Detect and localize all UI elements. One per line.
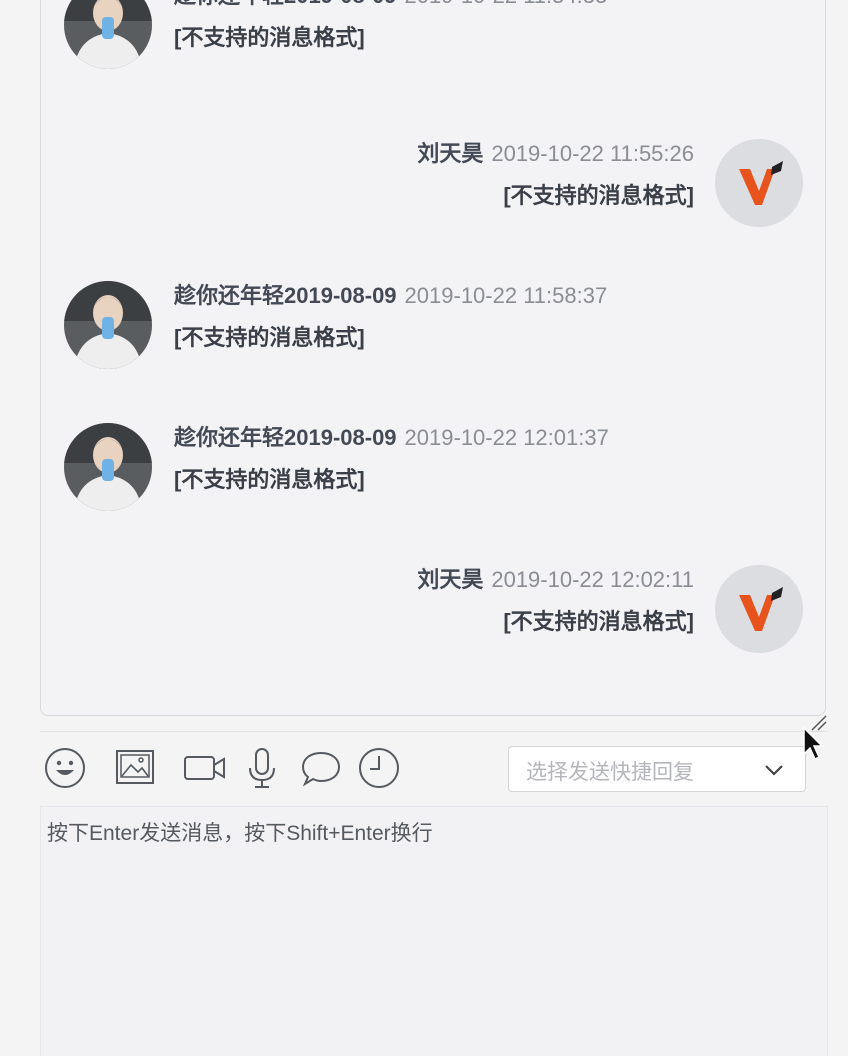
- message-input-placeholder: 按下Enter发送消息，按下Shift+Enter换行: [47, 822, 433, 845]
- message-time: 2019-10-22 11:58:37: [404, 283, 608, 308]
- message-content: [不支持的消息格式]: [503, 609, 694, 634]
- brand-logo-icon: [715, 139, 803, 227]
- message-content: [不支持的消息格式]: [174, 467, 365, 492]
- composer-toolbar: 选择发送快捷回复: [40, 731, 828, 806]
- message-meta: 趁你还年轻2019-08-09 2019-10-22 11:54:33: [174, 0, 607, 11]
- sender-name: 趁你还年轻2019-08-09: [174, 425, 397, 450]
- message-item: 刘天昊 2019-10-22 12:02:11 [不支持的消息格式]: [41, 565, 825, 665]
- message-meta: 趁你还年轻2019-08-09 2019-10-22 12:01:37: [174, 423, 609, 453]
- message-input[interactable]: 按下Enter发送消息，按下Shift+Enter换行: [40, 806, 828, 1056]
- message-content: [不支持的消息格式]: [174, 25, 365, 50]
- image-button[interactable]: [113, 746, 157, 790]
- message-list[interactable]: 趁你还年轻2019-08-09 2019-10-22 11:54:33 [不支持的…: [40, 0, 826, 716]
- voice-button[interactable]: [240, 746, 284, 790]
- user-photo-icon: [64, 423, 152, 511]
- message-time: 2019-10-22 12:02:11: [491, 567, 694, 592]
- sender-name: 刘天昊: [417, 567, 484, 592]
- user-avatar[interactable]: [715, 565, 803, 653]
- user-avatar[interactable]: [64, 281, 152, 369]
- clock-icon: [359, 748, 399, 788]
- video-button[interactable]: [183, 746, 227, 790]
- emoji-button[interactable]: [43, 746, 87, 790]
- sender-name: 趁你还年轻2019-08-09: [174, 283, 397, 308]
- message-meta: 趁你还年轻2019-08-09 2019-10-22 11:58:37: [174, 281, 607, 311]
- user-avatar[interactable]: [715, 139, 803, 227]
- quick-reply-placeholder: 选择发送快捷回复: [526, 761, 694, 784]
- sender-name: 刘天昊: [417, 141, 484, 166]
- user-avatar[interactable]: [64, 423, 152, 511]
- message-meta: 刘天昊 2019-10-22 11:55:26: [417, 139, 694, 169]
- message-item: 趁你还年轻2019-08-09 2019-10-22 11:58:37 [不支持的…: [41, 281, 825, 381]
- history-button[interactable]: [357, 746, 401, 790]
- message-time: 2019-10-22 12:01:37: [404, 425, 609, 450]
- chat-bubble-icon: [301, 751, 341, 787]
- video-icon: [184, 756, 225, 780]
- message-time: 2019-10-22 11:55:26: [491, 141, 694, 166]
- mouse-cursor-icon: [803, 726, 824, 761]
- user-avatar[interactable]: [64, 0, 152, 69]
- message-item: 趁你还年轻2019-08-09 2019-10-22 11:54:33 [不支持的…: [41, 0, 825, 81]
- chevron-down-icon: [765, 765, 783, 776]
- brand-logo-icon: [715, 565, 803, 653]
- emoji-icon: [45, 748, 85, 788]
- microphone-icon: [249, 748, 275, 788]
- image-icon: [116, 750, 154, 784]
- message-content: [不支持的消息格式]: [174, 325, 365, 350]
- quick-reply-select[interactable]: 选择发送快捷回复: [508, 746, 806, 792]
- chat-button[interactable]: [299, 746, 343, 790]
- message-meta: 刘天昊 2019-10-22 12:02:11: [417, 565, 694, 595]
- message-time: 2019-10-22 11:54:33: [405, 0, 608, 8]
- user-photo-icon: [64, 281, 152, 369]
- message-item: 刘天昊 2019-10-22 11:55:26 [不支持的消息格式]: [41, 139, 825, 239]
- message-content: [不支持的消息格式]: [503, 183, 694, 208]
- user-photo-icon: [64, 0, 152, 69]
- sender-name: 趁你还年轻2019-08-09: [174, 0, 397, 8]
- message-item: 趁你还年轻2019-08-09 2019-10-22 12:01:37 [不支持的…: [41, 423, 825, 523]
